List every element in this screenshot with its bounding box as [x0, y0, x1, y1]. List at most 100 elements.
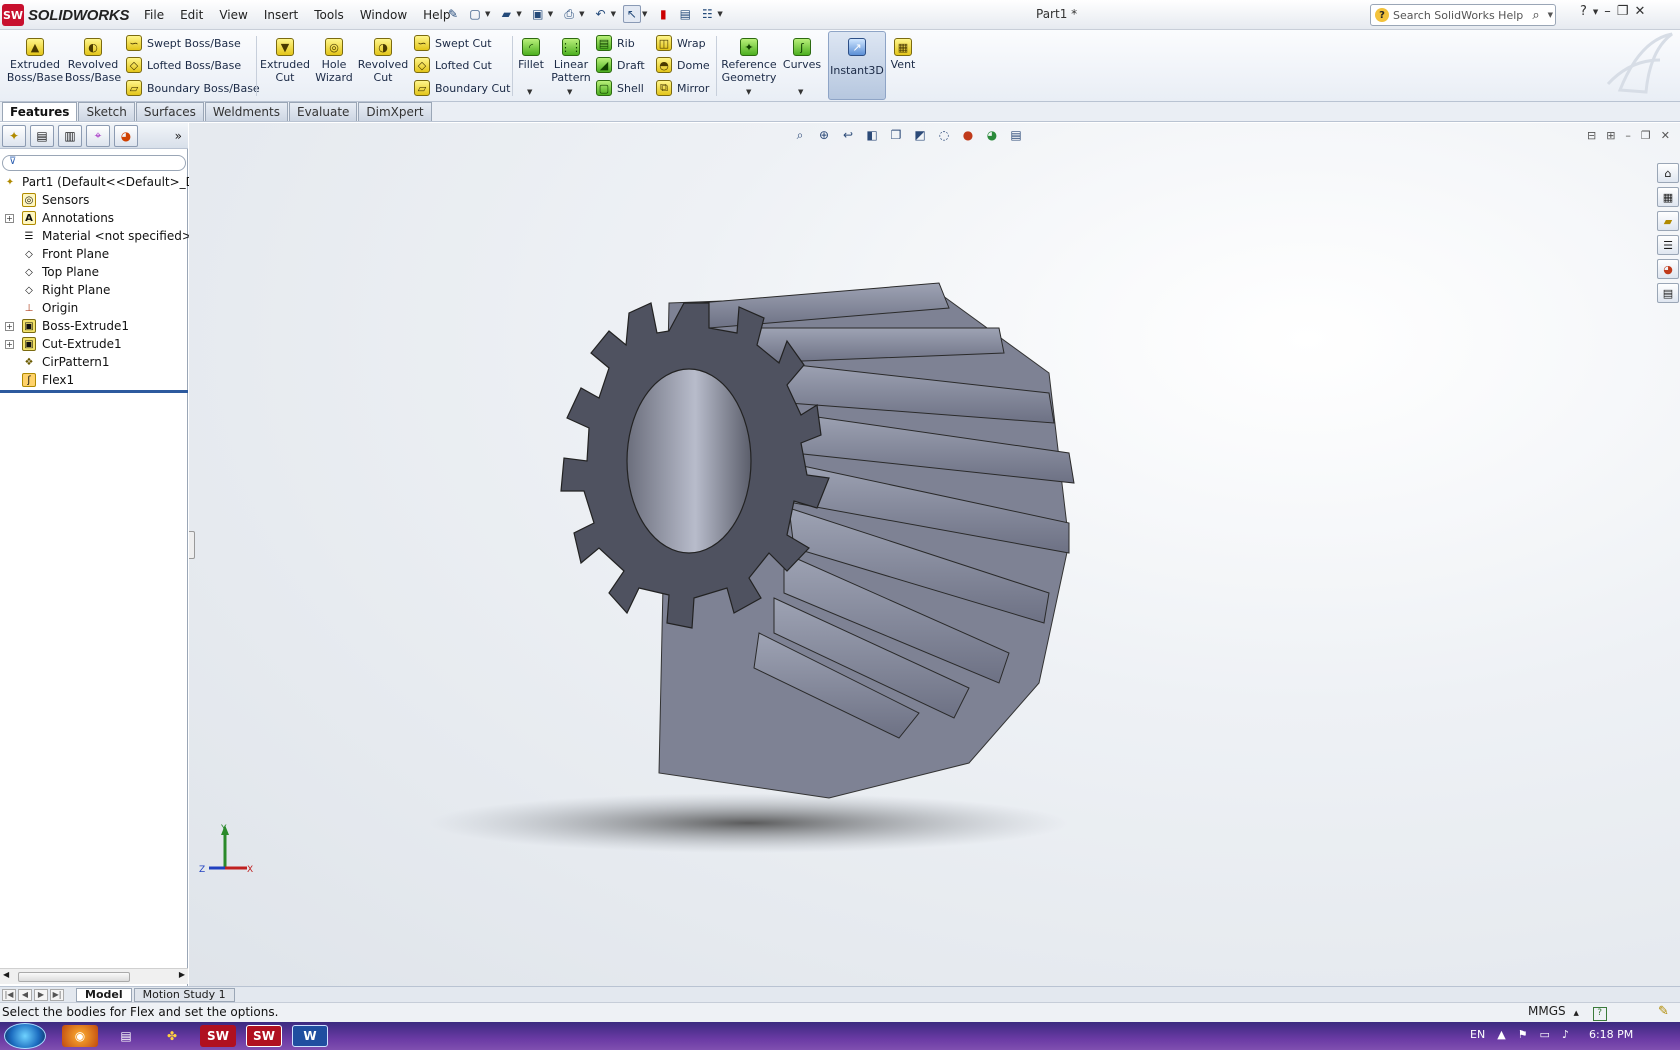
scroll-left-icon[interactable]: ◀ [3, 970, 9, 979]
clock[interactable]: 6:18 PM [1589, 1028, 1633, 1041]
tree-filter-input[interactable]: ⊽ [2, 155, 186, 171]
units-selector[interactable]: MMGS ▲ ? [1528, 1004, 1607, 1021]
start-button[interactable] [4, 1023, 46, 1049]
graphics-area[interactable]: ⌕ ⊕ ↩ ◧ ❐ ◩ ◌ ● ◕ ▤ ⊟ ⊞ – ❐ ✕ ⌂ ▦ ▰ ☰ ◕ … [189, 123, 1680, 986]
chevron-down-icon[interactable]: ▼ [1548, 11, 1553, 19]
menu-insert[interactable]: Insert [256, 8, 306, 22]
extruded-boss-button[interactable]: ▲ Extruded Boss/Base [7, 38, 63, 84]
tab-dimxpert[interactable]: DimXpert [358, 102, 432, 121]
chevron-down-icon[interactable]: ▼ [485, 10, 490, 18]
firefox-taskbar-icon[interactable]: ◉ [62, 1025, 98, 1047]
prev-tab-icon[interactable]: ◀ [18, 988, 32, 1001]
close-button[interactable]: ✕ [1634, 4, 1645, 19]
tree-item-front-plane[interactable]: ◇ Front Plane [0, 245, 188, 263]
tree-item-annotations[interactable]: + A Annotations [0, 209, 188, 227]
help-icon[interactable]: ? [1580, 4, 1587, 19]
word-taskbar-icon[interactable]: W [292, 1025, 328, 1047]
volume-icon[interactable]: ♪ [1562, 1028, 1569, 1041]
chevron-down-icon[interactable]: ▼ [567, 88, 572, 96]
rib-button[interactable]: ▤ Rib [596, 35, 635, 51]
dome-button[interactable]: ◓ Dome [656, 57, 710, 73]
solidworks-active-taskbar-icon[interactable]: SW [246, 1025, 282, 1047]
tab-motion-study-1[interactable]: Motion Study 1 [133, 987, 235, 1002]
swept-cut-button[interactable]: ∽ Swept Cut [414, 35, 492, 51]
tree-item-top-plane[interactable]: ◇ Top Plane [0, 263, 188, 281]
chevron-down-icon[interactable]: ▼ [717, 10, 722, 18]
chevron-down-icon[interactable]: ▼ [611, 10, 616, 18]
search-icon[interactable]: ⌕ [1532, 8, 1539, 23]
menu-window[interactable]: Window [352, 8, 415, 22]
chevron-down-icon[interactable]: ▼ [1593, 8, 1598, 19]
scrollbar-thumb[interactable] [18, 972, 130, 982]
open-folder-icon[interactable]: ▰ [497, 5, 515, 23]
feature-manager-tree-icon[interactable]: ✦ [2, 124, 26, 147]
boundary-boss-button[interactable]: ▱ Boundary Boss/Base [126, 80, 260, 96]
tab-sketch[interactable]: Sketch [78, 102, 135, 121]
chevron-down-icon[interactable]: ▼ [746, 88, 751, 96]
chevron-down-icon[interactable]: ▼ [548, 10, 553, 18]
rebuild-icon[interactable]: ▮ [654, 5, 672, 23]
chevron-down-icon[interactable]: ▼ [516, 10, 521, 18]
print-icon[interactable]: ⎙ [560, 5, 578, 23]
new-document-icon[interactable]: ▢ [466, 5, 484, 23]
revolved-cut-button[interactable]: ◑ Revolved Cut [358, 38, 408, 84]
chevron-down-icon[interactable]: ▼ [527, 88, 532, 96]
network-icon[interactable]: ▭ [1540, 1028, 1550, 1041]
boundary-cut-button[interactable]: ▱ Boundary Cut [414, 80, 510, 96]
rebuild-status-icon[interactable]: ✎ [1658, 1004, 1669, 1019]
scroll-right-icon[interactable]: ▶ [179, 970, 185, 979]
tab-surfaces[interactable]: Surfaces [135, 102, 204, 121]
tree-item-sensors[interactable]: ◎ Sensors [0, 191, 188, 209]
program-taskbar-icon[interactable]: ✤ [154, 1025, 190, 1047]
rollback-bar[interactable] [0, 390, 188, 393]
tab-weldments[interactable]: Weldments [204, 102, 288, 121]
tree-item-part1[interactable]: ✦ Part1 (Default<<Default>_Disp [0, 173, 212, 191]
helical-gear-model[interactable] [189, 123, 1680, 986]
menu-tools[interactable]: Tools [306, 8, 352, 22]
save-icon[interactable]: ▣ [529, 5, 547, 23]
tree-item-right-plane[interactable]: ◇ Right Plane [0, 281, 188, 299]
expand-icon[interactable]: + [5, 213, 14, 223]
horizontal-scrollbar[interactable]: ◀ ▶ [0, 968, 188, 984]
display-manager-icon[interactable]: ◕ [114, 124, 138, 147]
expand-panel-icon[interactable]: » [175, 129, 182, 143]
fillet-button[interactable]: ◜ Fillet [516, 38, 546, 71]
tree-item-boss-extrude1[interactable]: + ▣ Boss-Extrude1 [0, 317, 188, 335]
file-properties-icon[interactable]: ▤ [676, 5, 694, 23]
menu-view[interactable]: View [211, 8, 255, 22]
expand-icon[interactable]: + [5, 339, 14, 349]
mirror-button[interactable]: ⧉ Mirror [656, 80, 709, 96]
undo-icon[interactable]: ↶ [592, 5, 610, 23]
wrap-button[interactable]: ◫ Wrap [656, 35, 706, 51]
help-icon[interactable]: ? [1592, 1007, 1607, 1021]
tree-item-flex1[interactable]: ʃ Flex1 [0, 371, 188, 389]
tab-features[interactable]: Features [2, 102, 78, 121]
draft-button[interactable]: ◢ Draft [596, 57, 645, 73]
menu-file[interactable]: File [136, 8, 172, 22]
search-help-input[interactable]: ? Search SolidWorks Help ⌕ ▼ [1370, 4, 1556, 26]
property-manager-icon[interactable]: ▤ [30, 124, 54, 147]
revolved-boss-button[interactable]: ◐ Revolved Boss/Base [65, 38, 121, 84]
lofted-boss-button[interactable]: ◇ Lofted Boss/Base [126, 57, 241, 73]
first-tab-icon[interactable]: |◀ [2, 988, 16, 1001]
pin-icon[interactable]: ✎ [444, 5, 462, 23]
linear-pattern-button[interactable]: ⋮⋮ Linear Pattern [550, 38, 592, 84]
minimize-button[interactable]: – [1604, 4, 1611, 19]
lofted-cut-button[interactable]: ◇ Lofted Cut [414, 57, 492, 73]
select-arrow-icon[interactable]: ↖ [622, 5, 641, 23]
tree-item-cut-extrude1[interactable]: + ▣ Cut-Extrude1 [0, 335, 188, 353]
extruded-cut-button[interactable]: ▼ Extruded Cut [260, 38, 310, 84]
tree-item-origin[interactable]: ⊥ Origin [0, 299, 188, 317]
solidworks-logo[interactable]: SW SOLIDWORKS [2, 4, 130, 26]
next-tab-icon[interactable]: ▶ [34, 988, 48, 1001]
action-center-flag-icon[interactable]: ⚑ [1518, 1028, 1528, 1041]
chevron-down-icon[interactable]: ▼ [579, 10, 584, 18]
restore-button[interactable]: ❐ [1617, 4, 1629, 19]
shell-button[interactable]: ▢ Shell [596, 80, 644, 96]
configuration-manager-icon[interactable]: ▥ [58, 124, 82, 147]
solidworks-taskbar-icon[interactable]: SW [200, 1025, 236, 1047]
tab-evaluate[interactable]: Evaluate [288, 102, 358, 121]
tab-model[interactable]: Model [76, 987, 132, 1002]
reference-geometry-button[interactable]: ✦ Reference Geometry [720, 38, 778, 84]
vent-button[interactable]: ▦ Vent [888, 38, 918, 71]
